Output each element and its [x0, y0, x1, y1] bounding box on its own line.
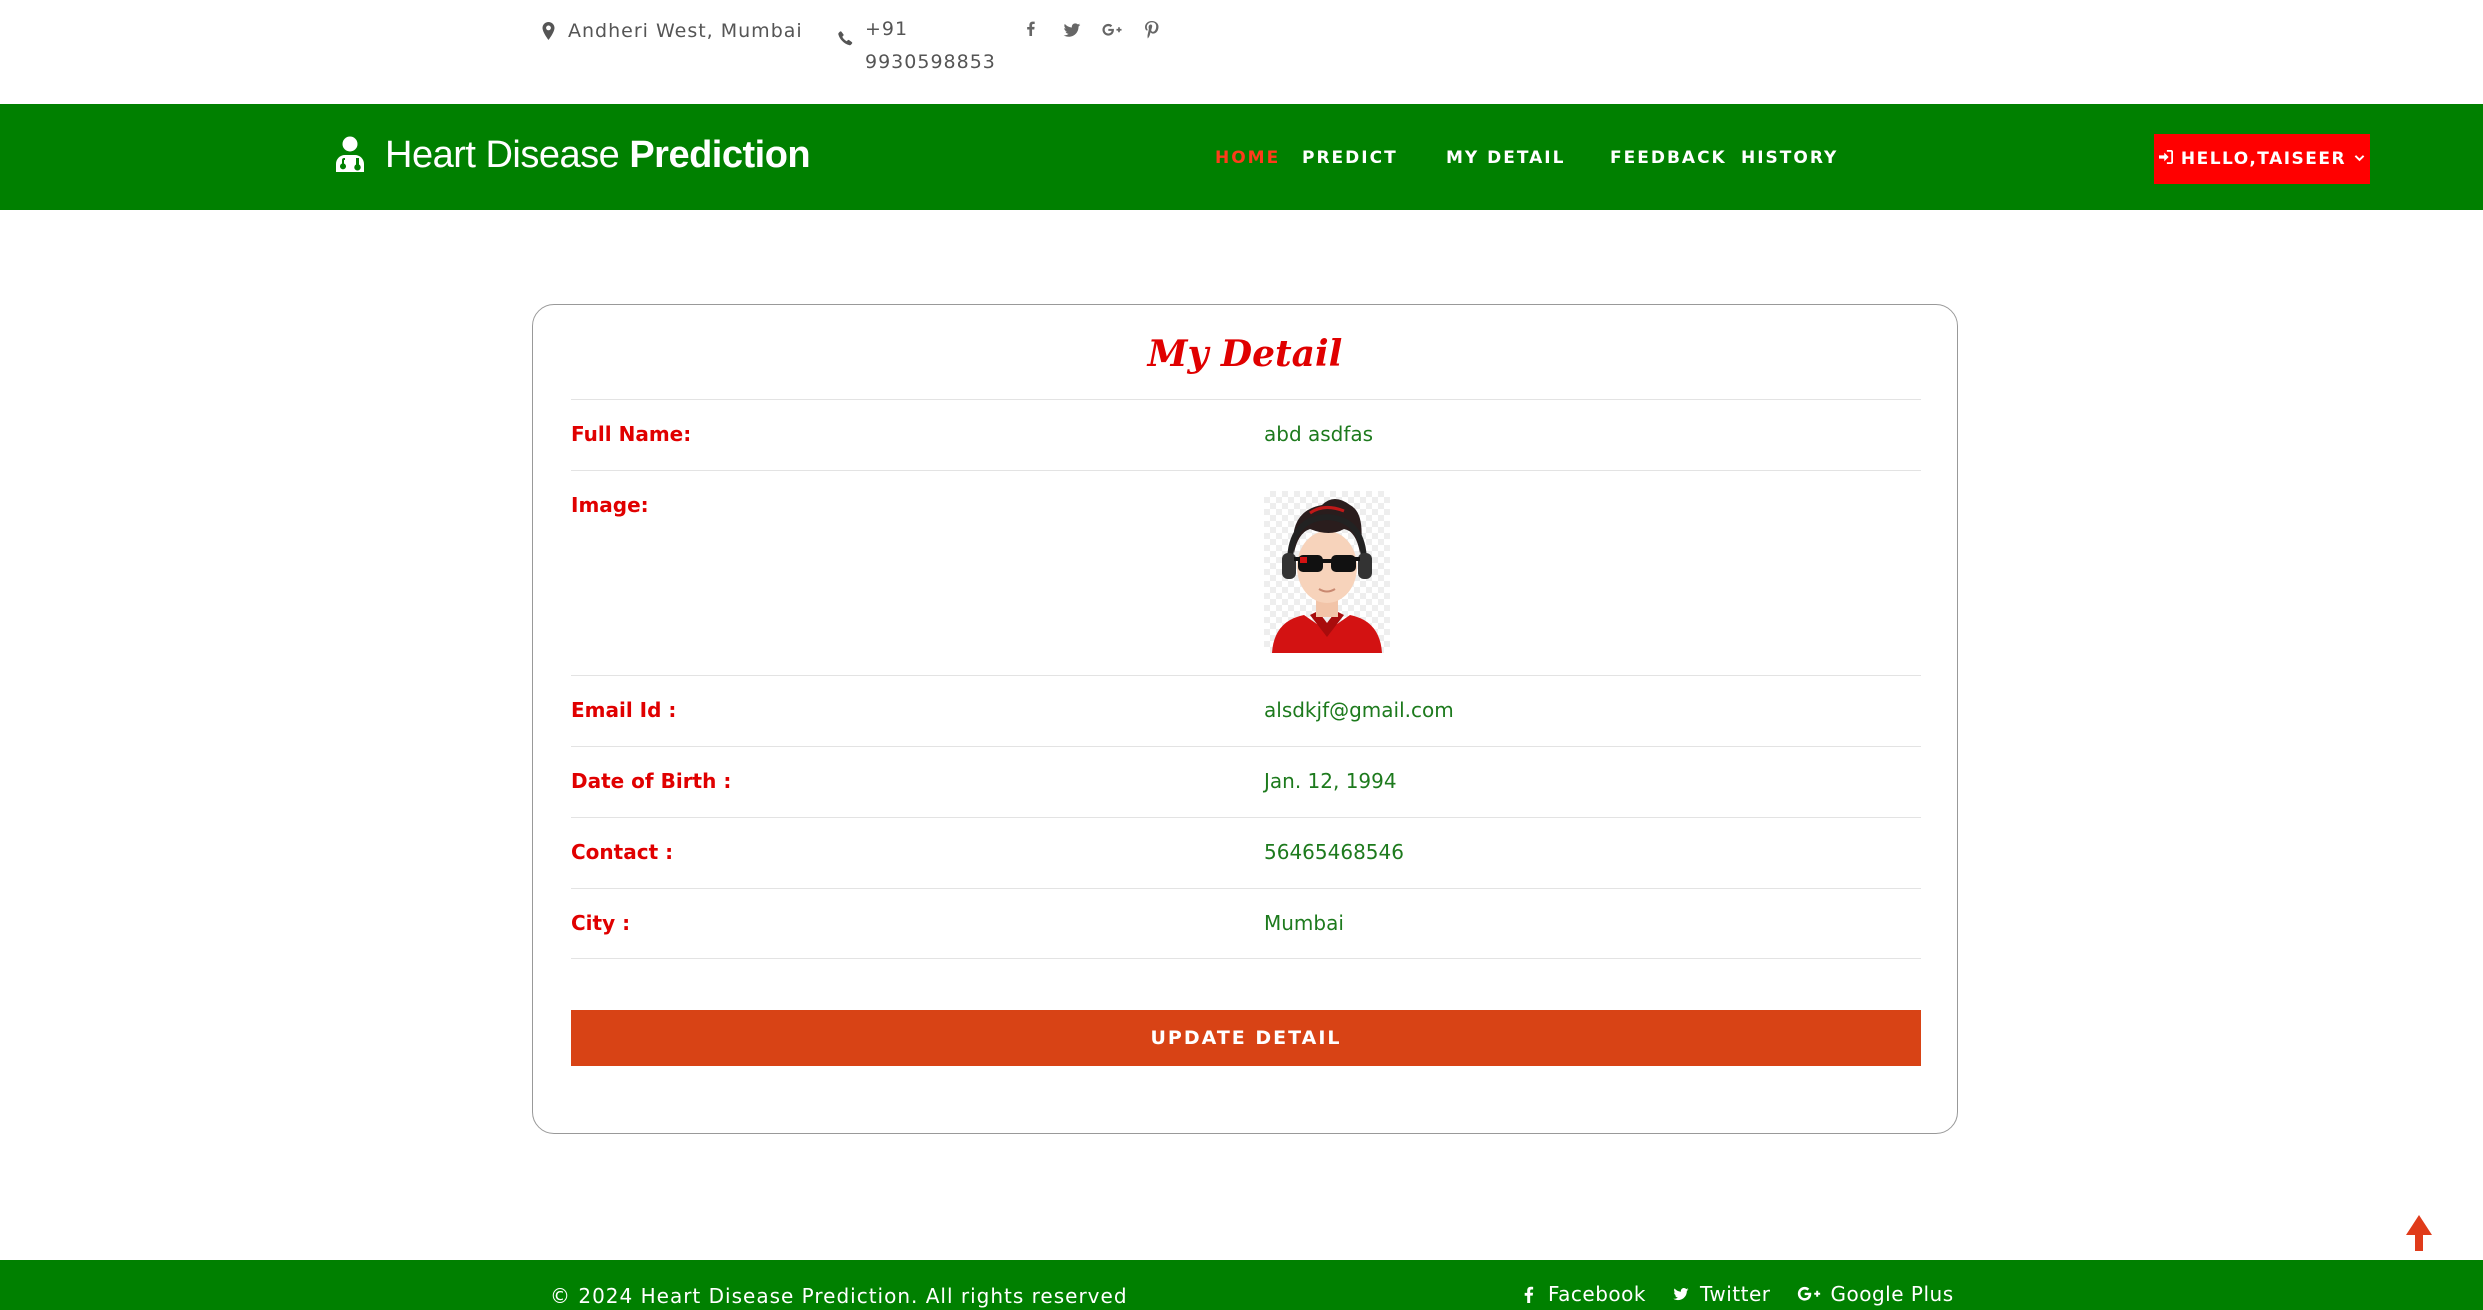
update-detail-button[interactable]: UPDATE DETAIL: [571, 1010, 1921, 1066]
image-label: Image:: [571, 493, 649, 517]
my-detail-card: My Detail Full Name: abd asdfas Image: E…: [532, 304, 1958, 1134]
copyright-text: © 2024 Heart Disease Prediction. All rig…: [550, 1284, 1128, 1308]
main-navbar: Heart Disease Prediction HOME PREDICT MY…: [0, 104, 2483, 210]
chevron-down-icon: [2354, 149, 2365, 169]
facebook-icon: [1524, 1286, 1534, 1303]
doctor-icon: [333, 136, 367, 176]
email-label: Email Id :: [571, 698, 677, 722]
brand-title-light: Heart Disease: [385, 134, 620, 176]
detail-row-email: Email Id : alsdkjf@gmail.com: [571, 675, 1921, 746]
user-dropdown-button[interactable]: HELLO,TAISEER: [2154, 134, 2370, 184]
email-value: alsdkjf@gmail.com: [1264, 698, 1454, 722]
arrow-up-icon: [2406, 1215, 2432, 1251]
facebook-icon[interactable]: [1022, 20, 1062, 44]
city-label: City :: [571, 911, 631, 935]
user-greeting: HELLO,TAISEER: [2180, 149, 2347, 169]
card-title: My Detail: [1147, 333, 1343, 375]
detail-row-image: Image:: [571, 470, 1921, 675]
footer-twitter-link[interactable]: Twitter: [1672, 1282, 1771, 1306]
phone-info: +91 9930598853: [838, 18, 995, 79]
dob-value: Jan. 12, 1994: [1264, 769, 1397, 793]
phone-text: +91 9930598853: [865, 18, 996, 73]
detail-row-city: City : Mumbai: [571, 888, 1921, 959]
contact-value: 56465468546: [1264, 840, 1404, 864]
detail-row-full-name: Full Name: abd asdfas: [571, 399, 1921, 470]
google-plus-icon: [1797, 1286, 1820, 1301]
full-name-label: Full Name:: [571, 422, 692, 446]
detail-row-contact: Contact : 56465468546: [571, 817, 1921, 888]
phone-icon: [838, 20, 853, 53]
map-marker-icon: [541, 20, 556, 40]
brand-title: Heart Disease Prediction: [385, 134, 811, 177]
footer-facebook-label: Facebook: [1548, 1282, 1646, 1306]
nav-predict[interactable]: PREDICT: [1302, 148, 1398, 168]
nav-my-detail[interactable]: MY DETAIL: [1446, 148, 1565, 168]
footer: © 2024 Heart Disease Prediction. All rig…: [0, 1260, 2483, 1310]
pinterest-icon[interactable]: [1142, 20, 1182, 44]
location-text: Andheri West, Mumbai: [568, 20, 803, 42]
top-social-links: [1022, 20, 1182, 44]
sign-in-icon: [2158, 149, 2173, 169]
city-value: Mumbai: [1264, 911, 1344, 935]
footer-google-plus-label: Google Plus: [1830, 1282, 1954, 1306]
nav-home[interactable]: HOME: [1215, 148, 1280, 168]
google-plus-icon[interactable]: [1102, 20, 1142, 44]
nav-history[interactable]: HISTORY: [1741, 148, 1838, 168]
contact-label: Contact :: [571, 840, 674, 864]
footer-facebook-link[interactable]: Facebook: [1520, 1282, 1646, 1306]
twitter-icon[interactable]: [1062, 20, 1102, 44]
brand-title-bold: Prediction: [629, 134, 811, 176]
footer-twitter-label: Twitter: [1699, 1282, 1771, 1306]
location-info: Andheri West, Mumbai: [541, 20, 803, 42]
scroll-top-button[interactable]: [2405, 1215, 2433, 1251]
detail-row-dob: Date of Birth : Jan. 12, 1994: [571, 746, 1921, 817]
brand-logo[interactable]: Heart Disease Prediction: [333, 134, 811, 177]
twitter-icon: [1673, 1288, 1689, 1301]
avatar: [1264, 491, 1390, 653]
top-info-bar: Andheri West, Mumbai +91 9930598853: [0, 0, 2483, 104]
footer-google-plus-link[interactable]: Google Plus: [1797, 1282, 1954, 1306]
detail-table: Full Name: abd asdfas Image: Email Id: …: [571, 399, 1921, 959]
dob-label: Date of Birth :: [571, 769, 732, 793]
full-name-value: abd asdfas: [1264, 422, 1374, 446]
nav-feedback[interactable]: FEEDBACK: [1610, 148, 1727, 168]
footer-social-links: Facebook Twitter Google Plus: [1520, 1282, 1954, 1306]
